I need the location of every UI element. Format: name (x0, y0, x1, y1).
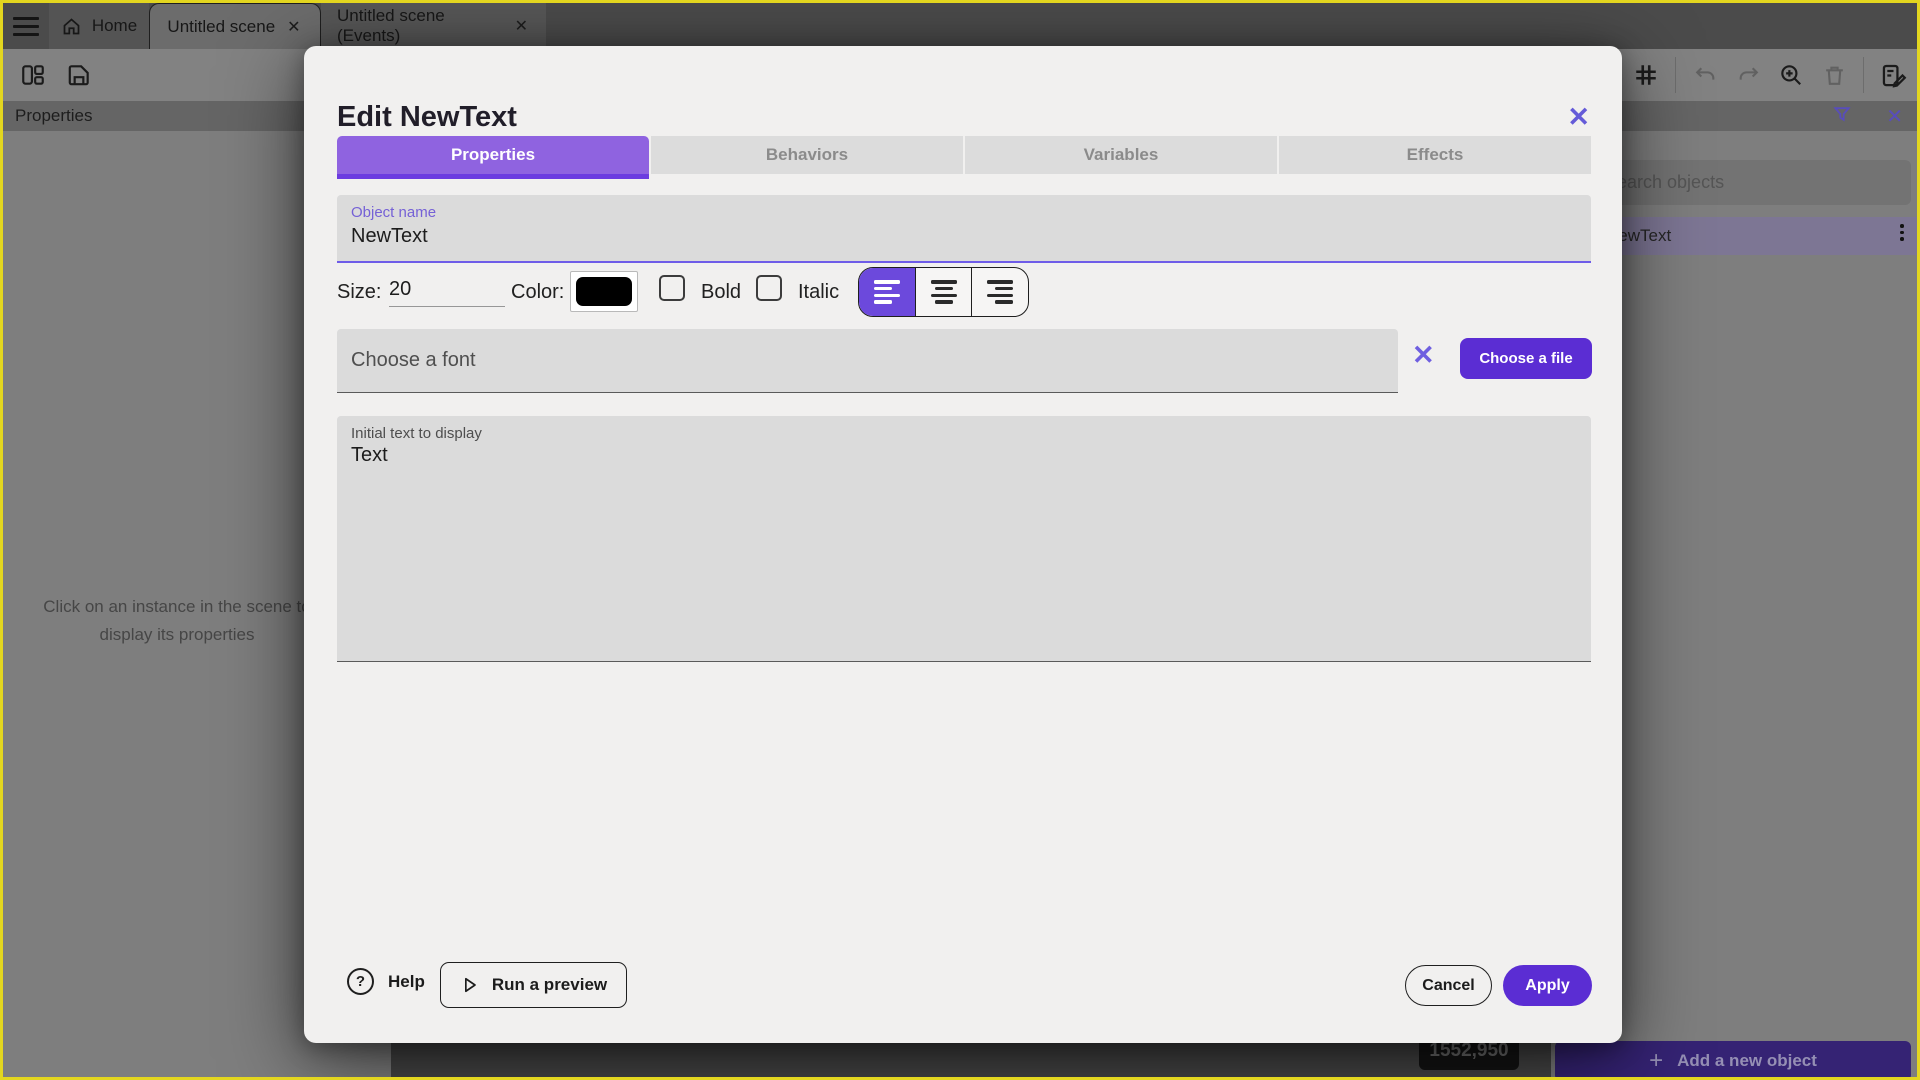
object-name-field-label: Object name (351, 204, 437, 221)
italic-checkbox[interactable] (756, 275, 782, 301)
bold-checkbox[interactable] (659, 275, 685, 301)
properties-panel-title: Properties (15, 106, 93, 125)
tab-home-label: Home (91, 16, 138, 35)
filter-icon[interactable] (1832, 104, 1852, 129)
tab-home[interactable]: Home (49, 3, 149, 49)
dialog-title: Edit NewText (337, 101, 517, 133)
redo-icon[interactable] (1734, 61, 1762, 89)
dialog-close-icon[interactable]: ✕ (1567, 104, 1590, 131)
tab-scene-label: Untitled scene (167, 16, 276, 36)
help-button[interactable]: ? Help (347, 968, 425, 995)
size-input[interactable] (389, 278, 505, 307)
close-tab-icon[interactable]: ✕ (513, 16, 530, 36)
close-tab-icon[interactable]: ✕ (285, 17, 302, 37)
clear-font-icon[interactable]: ✕ (1412, 342, 1435, 369)
object-name-field[interactable]: Object name (337, 195, 1591, 263)
hamburger-menu-icon[interactable] (3, 3, 49, 49)
initial-text-textarea[interactable]: Text (351, 444, 1571, 649)
run-preview-label: Run a preview (491, 975, 608, 994)
tab-events-label: Untitled scene (Events) (337, 6, 445, 45)
align-center-button[interactable] (914, 268, 972, 316)
size-label: Size: (337, 281, 382, 303)
align-left-button[interactable] (859, 268, 915, 316)
top-tab-bar: Home Untitled scene ✕ Untitled scene (Ev… (3, 3, 1917, 49)
save-icon[interactable] (65, 61, 93, 89)
panel-close-icon[interactable]: ✕ (1886, 104, 1903, 129)
tab-properties[interactable]: Properties (337, 136, 649, 179)
tab-untitled-scene-events[interactable]: Untitled scene (Events) ✕ (321, 3, 546, 49)
color-picker-button[interactable] (570, 271, 638, 312)
color-label: Color: (511, 281, 565, 303)
undo-icon[interactable] (1691, 61, 1719, 89)
apply-button[interactable]: Apply (1503, 965, 1592, 1006)
help-icon: ? (347, 968, 374, 995)
align-left-icon (873, 280, 900, 304)
tab-behaviors[interactable]: Behaviors (651, 136, 963, 174)
dialog-tabs: Properties Behaviors Variables Effects (337, 136, 1591, 179)
object-list-item-newtext[interactable]: NewText (1586, 217, 1917, 255)
play-icon (464, 977, 476, 993)
bold-label: Bold (701, 281, 742, 303)
add-new-object-button[interactable]: + Add a new object (1555, 1041, 1911, 1077)
italic-label: Italic (798, 281, 840, 303)
run-preview-button[interactable]: Run a preview (440, 962, 627, 1008)
color-swatch (576, 277, 632, 306)
tab-variables[interactable]: Variables (965, 136, 1277, 174)
text-alignment-group (858, 267, 1029, 317)
tab-effects[interactable]: Effects (1279, 136, 1591, 174)
object-name-input[interactable] (351, 225, 1551, 248)
trash-icon[interactable] (1820, 61, 1848, 89)
initial-text-field[interactable]: Initial text to display Text (337, 416, 1591, 662)
zoom-in-icon[interactable] (1777, 61, 1805, 89)
align-right-button[interactable] (971, 268, 1028, 316)
choose-file-button[interactable]: Choose a file (1460, 338, 1592, 379)
app-window: Home Untitled scene ✕ Untitled scene (Ev… (0, 0, 1920, 1080)
toolbar-divider (1863, 57, 1864, 93)
tab-untitled-scene[interactable]: Untitled scene ✕ (149, 3, 321, 49)
help-label: Help (388, 971, 425, 991)
search-objects-input[interactable] (1591, 160, 1911, 205)
plus-icon: + (1649, 1047, 1664, 1074)
align-right-icon (987, 280, 1014, 304)
grid-icon[interactable] (1632, 61, 1660, 89)
edit-sheet-icon[interactable] (1879, 61, 1907, 89)
font-field[interactable] (337, 329, 1398, 393)
font-input[interactable] (351, 329, 1351, 391)
toolbar-divider (1675, 57, 1676, 93)
edit-object-dialog: Edit NewText ✕ Properties Behaviors Vari… (304, 46, 1622, 1043)
initial-text-label: Initial text to display (351, 425, 482, 442)
instance-message: Click on an instance in the scene to dis… (43, 597, 311, 644)
add-object-label: Add a new object (1677, 1051, 1817, 1070)
align-center-icon (930, 280, 957, 304)
home-icon (61, 16, 82, 37)
cancel-button[interactable]: Cancel (1405, 965, 1492, 1006)
panel-layout-icon[interactable] (19, 61, 47, 89)
kebab-menu-icon[interactable] (1894, 224, 1910, 241)
scene-status-bar (391, 1039, 1551, 1077)
